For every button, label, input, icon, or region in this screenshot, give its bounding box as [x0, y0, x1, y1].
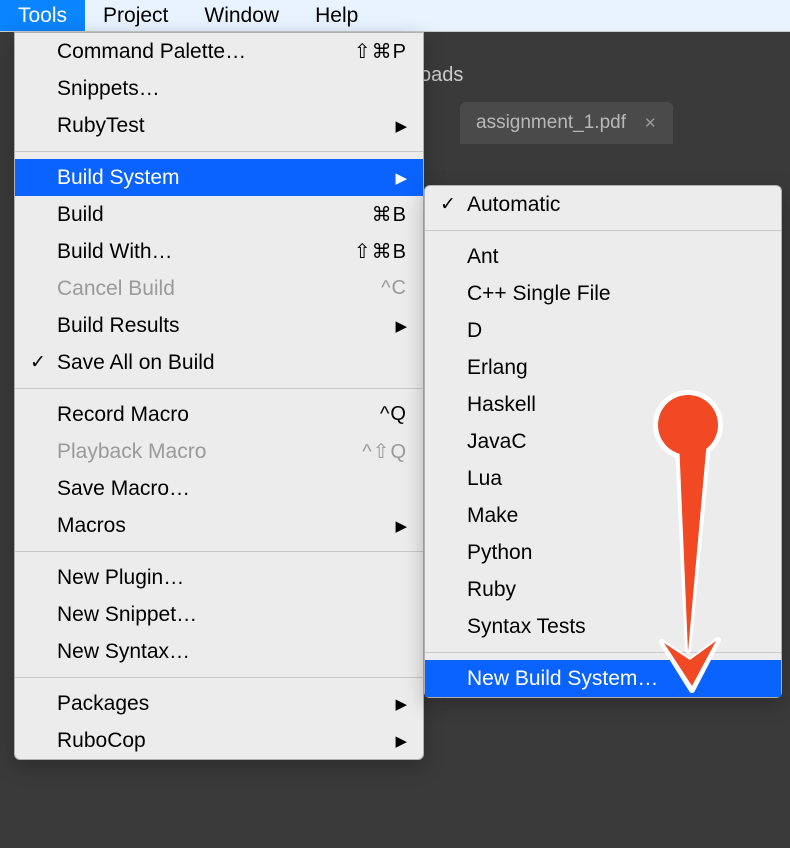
- submenu-item-ant[interactable]: Ant: [425, 238, 781, 275]
- menu-item-macros[interactable]: Macros ▶: [15, 507, 423, 544]
- menu-item-new-plugin[interactable]: New Plugin…: [15, 559, 423, 596]
- submenu-item-new-build-system[interactable]: New Build System…: [425, 660, 781, 697]
- menu-item-shortcut: ^Q: [380, 403, 407, 426]
- menu-item-label: Make: [463, 504, 765, 528]
- menu-separator: [15, 677, 423, 678]
- menu-item-label: Save All on Build: [53, 351, 407, 375]
- tools-menu: Command Palette…⇧⌘PSnippets…RubyTest▶Bui…: [14, 32, 424, 760]
- menu-item-shortcut: ^C: [381, 277, 407, 300]
- menu-item-label: Playback Macro: [53, 440, 350, 464]
- menu-item-packages[interactable]: Packages ▶: [15, 685, 423, 722]
- submenu-item-erlang[interactable]: Erlang: [425, 349, 781, 386]
- menu-item-label: Python: [463, 541, 765, 565]
- menu-item-label: Erlang: [463, 356, 765, 380]
- chevron-right-icon: ▶: [395, 317, 407, 335]
- menu-item-label: RubyTest: [53, 114, 387, 138]
- menubar-item-tools[interactable]: Tools: [0, 0, 85, 31]
- menu-item-label: Cancel Build: [53, 277, 369, 301]
- menu-item-shortcut: ⌘B: [372, 202, 407, 227]
- submenu-item-syntax-tests[interactable]: Syntax Tests: [425, 608, 781, 645]
- menu-item-label: Build: [53, 203, 360, 227]
- menu-item-shortcut: ⇧⌘P: [354, 39, 407, 64]
- menu-item-label: D: [463, 319, 765, 343]
- chevron-right-icon: ▶: [395, 517, 407, 535]
- chevron-right-icon: ▶: [395, 117, 407, 135]
- menu-item-label: JavaC: [463, 430, 765, 454]
- menu-item-cancel-build[interactable]: Cancel Build ^C: [15, 270, 423, 307]
- menu-item-snippets[interactable]: Snippets…: [15, 70, 423, 107]
- chevron-right-icon: ▶: [395, 169, 407, 187]
- menu-item-save-all-on-build[interactable]: ✓Save All on Build: [15, 344, 423, 381]
- menu-item-label: Packages: [53, 692, 387, 716]
- submenu-item-make[interactable]: Make: [425, 497, 781, 534]
- menubar-item-window[interactable]: Window: [186, 0, 297, 31]
- menu-item-label: Save Macro…: [53, 477, 407, 501]
- menu-item-label: RuboCop: [53, 729, 387, 753]
- menu-item-label: New Build System…: [463, 667, 765, 691]
- menu-item-rubytest[interactable]: RubyTest ▶: [15, 107, 423, 144]
- close-icon[interactable]: ✕: [644, 114, 657, 132]
- menu-item-label: Haskell: [463, 393, 765, 417]
- menu-separator: [15, 151, 423, 152]
- submenu-item-c-single-file[interactable]: C++ Single File: [425, 275, 781, 312]
- submenu-item-haskell[interactable]: Haskell: [425, 386, 781, 423]
- menu-item-playback-macro[interactable]: Playback Macro ^⇧Q: [15, 433, 423, 470]
- menu-item-label: Record Macro: [53, 403, 368, 427]
- menu-separator: [15, 551, 423, 552]
- submenu-item-python[interactable]: Python: [425, 534, 781, 571]
- chevron-right-icon: ▶: [395, 695, 407, 713]
- menu-item-build-with[interactable]: Build With… ⇧⌘B: [15, 233, 423, 270]
- build-system-submenu: ✓Automatic Ant C++ Single File D Erlang Haske…: [424, 185, 782, 698]
- menu-separator: [425, 652, 781, 653]
- tab-label: assignment_1.pdf: [476, 112, 626, 134]
- menu-item-record-macro[interactable]: Record Macro ^Q: [15, 396, 423, 433]
- menu-separator: [15, 388, 423, 389]
- menubar-item-help[interactable]: Help: [297, 0, 376, 31]
- tab-assignment[interactable]: assignment_1.pdf ✕: [460, 102, 673, 144]
- menu-item-build-results[interactable]: Build Results ▶: [15, 307, 423, 344]
- breadcrumb-partial: oads: [420, 64, 463, 87]
- menu-item-label: C++ Single File: [463, 282, 765, 306]
- tab-bar: assignment_1.pdf ✕: [460, 100, 673, 145]
- menu-item-label: New Plugin…: [53, 566, 407, 590]
- menu-item-new-syntax[interactable]: New Syntax…: [15, 633, 423, 670]
- menu-item-label: Ant: [463, 245, 765, 269]
- submenu-item-d[interactable]: D: [425, 312, 781, 349]
- submenu-item-ruby[interactable]: Ruby: [425, 571, 781, 608]
- menu-item-command-palette[interactable]: Command Palette… ⇧⌘P: [15, 33, 423, 70]
- menu-item-label: Automatic: [463, 193, 765, 217]
- menu-item-build[interactable]: Build ⌘B: [15, 196, 423, 233]
- menu-item-label: Command Palette…: [53, 40, 342, 64]
- menubar: ToolsProjectWindowHelp: [0, 0, 790, 32]
- menu-item-label: Snippets…: [53, 77, 407, 101]
- menu-item-rubocop[interactable]: RuboCop ▶: [15, 722, 423, 759]
- submenu-item-javac[interactable]: JavaC: [425, 423, 781, 460]
- menu-item-shortcut: ^⇧Q: [362, 439, 407, 464]
- chevron-right-icon: ▶: [395, 732, 407, 750]
- menu-item-label: Build Results: [53, 314, 387, 338]
- submenu-item-automatic[interactable]: ✓Automatic: [425, 186, 781, 223]
- menu-item-label: Macros: [53, 514, 387, 538]
- check-icon: ✓: [23, 351, 53, 374]
- check-icon: ✓: [433, 193, 463, 216]
- menubar-item-project[interactable]: Project: [85, 0, 186, 31]
- menu-item-label: Build With…: [53, 240, 342, 264]
- menu-separator: [425, 230, 781, 231]
- menu-item-label: Ruby: [463, 578, 765, 602]
- menu-item-label: Lua: [463, 467, 765, 491]
- menu-item-label: New Syntax…: [53, 640, 407, 664]
- menu-item-save-macro[interactable]: Save Macro…: [15, 470, 423, 507]
- menu-item-new-snippet[interactable]: New Snippet…: [15, 596, 423, 633]
- menu-item-label: Syntax Tests: [463, 615, 765, 639]
- menu-item-label: New Snippet…: [53, 603, 407, 627]
- submenu-item-lua[interactable]: Lua: [425, 460, 781, 497]
- menu-item-label: Build System: [53, 166, 387, 190]
- menu-item-shortcut: ⇧⌘B: [354, 239, 407, 264]
- menu-item-build-system[interactable]: Build System ▶: [15, 159, 423, 196]
